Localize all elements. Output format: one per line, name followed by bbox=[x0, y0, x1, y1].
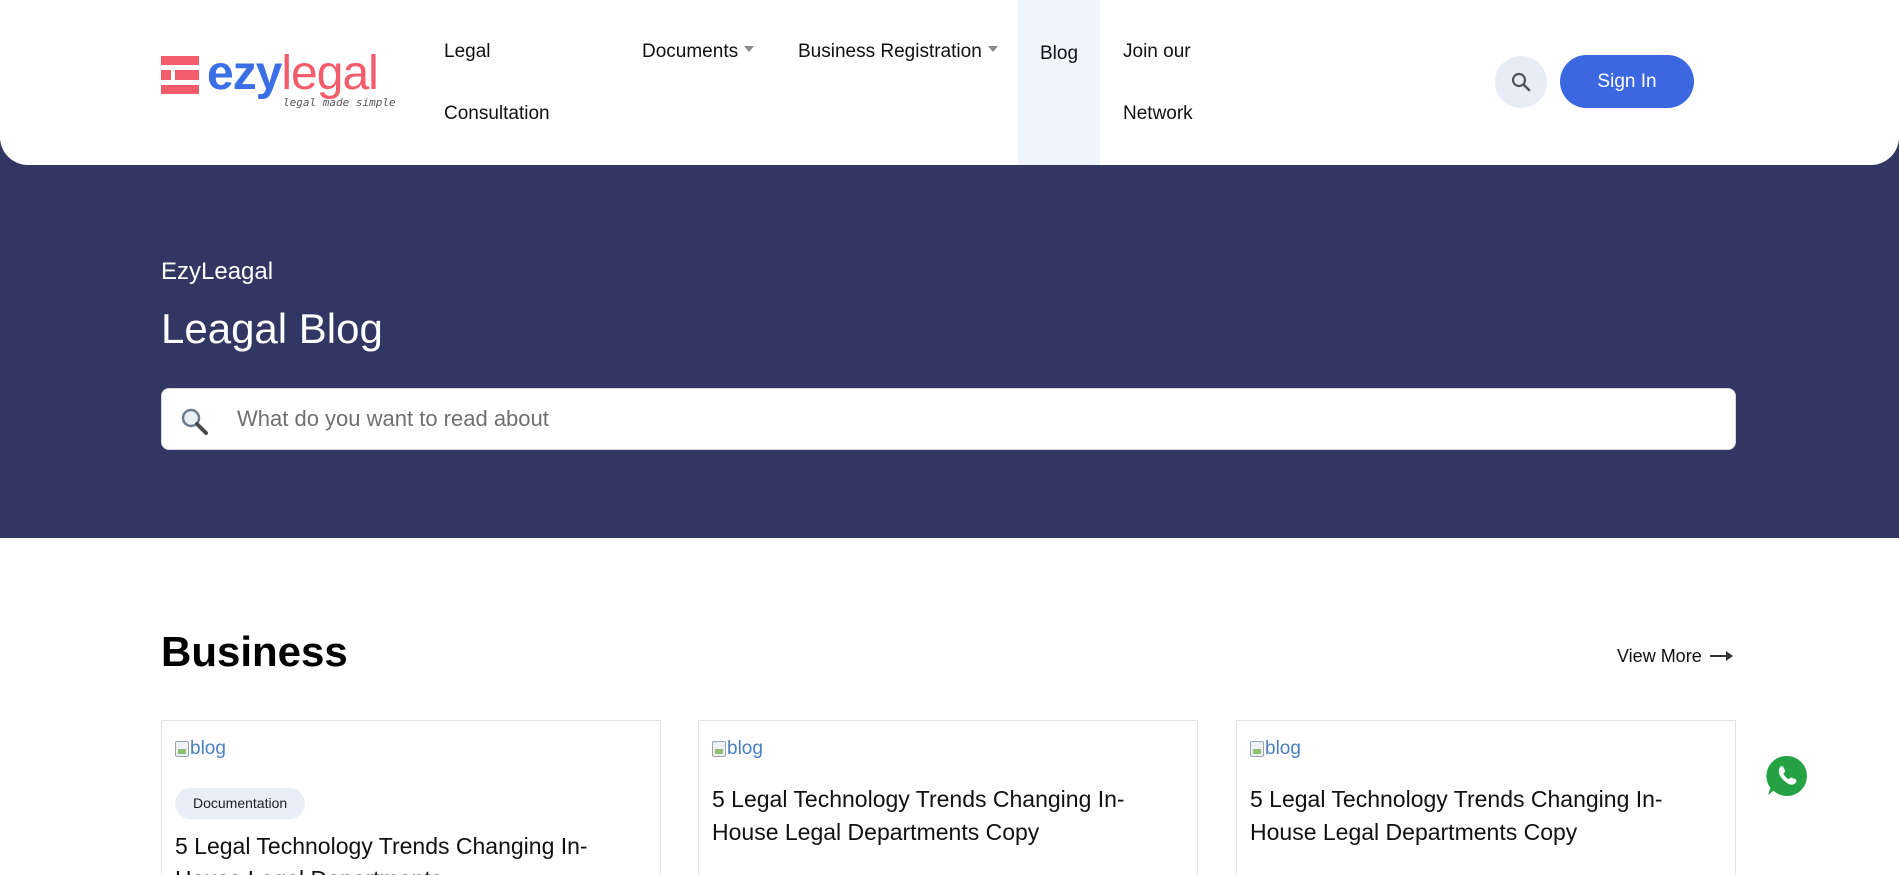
hero-banner: EzyLeagal Leagal Blog bbox=[0, 140, 1899, 538]
search-icon bbox=[1511, 72, 1531, 92]
chevron-down-icon bbox=[744, 45, 755, 52]
blog-card-title[interactable]: 5 Legal Technology Trends Changing In-Ho… bbox=[1250, 783, 1720, 849]
header-search-button[interactable] bbox=[1495, 56, 1547, 108]
blog-card-image: blog bbox=[175, 738, 226, 760]
blog-search-box bbox=[161, 388, 1736, 450]
site-header: ezylegal legal made simple Legal Consult… bbox=[0, 0, 1899, 165]
ezylegal-logo[interactable]: ezylegal legal made simple bbox=[161, 47, 401, 114]
broken-image-icon bbox=[1250, 741, 1264, 757]
logo-tagline: legal made simple bbox=[283, 96, 396, 109]
nav-join-network[interactable]: Join our Network bbox=[1123, 21, 1233, 145]
blog-card[interactable]: blog 5 Legal Technology Trends Changing … bbox=[698, 720, 1198, 875]
logo-mark-icon bbox=[161, 56, 199, 94]
chevron-down-icon bbox=[987, 45, 998, 52]
blog-card-image: blog bbox=[712, 738, 763, 760]
magnifier-icon bbox=[181, 408, 208, 435]
blog-card[interactable]: blog Documentation 5 Legal Technology Tr… bbox=[161, 720, 661, 875]
view-more-label: View More bbox=[1617, 646, 1702, 666]
page-title: Leagal Blog bbox=[161, 305, 383, 352]
blog-card-title[interactable]: 5 Legal Technology Trends Changing In-Ho… bbox=[175, 830, 645, 875]
view-more-link[interactable]: View More bbox=[1617, 646, 1733, 667]
logo-wordmark: ezylegal bbox=[207, 47, 379, 100]
whatsapp-icon[interactable] bbox=[1765, 754, 1809, 798]
nav-documents-label: Documents bbox=[642, 41, 739, 62]
category-tag[interactable]: Documentation bbox=[175, 788, 306, 819]
blog-card-title[interactable]: 5 Legal Technology Trends Changing In-Ho… bbox=[712, 783, 1182, 849]
blog-card-image: blog bbox=[1250, 738, 1301, 760]
nav-legal-consultation[interactable]: Legal Consultation bbox=[444, 21, 584, 145]
blog-card[interactable]: blog 5 Legal Technology Trends Changing … bbox=[1236, 720, 1736, 875]
hero-kicker: EzyLeagal bbox=[161, 258, 274, 285]
blog-search-input[interactable] bbox=[237, 389, 1717, 449]
nav-blog-active[interactable]: Blog bbox=[1018, 0, 1100, 165]
broken-image-icon bbox=[712, 741, 726, 757]
nav-documents[interactable]: Documents bbox=[642, 21, 755, 83]
nav-business-registration[interactable]: Business Registration bbox=[798, 21, 998, 83]
section-title-business: Business bbox=[161, 628, 348, 675]
sign-in-button[interactable]: Sign In bbox=[1560, 55, 1694, 108]
arrow-right-icon bbox=[1709, 651, 1733, 662]
broken-image-icon bbox=[175, 741, 189, 757]
nav-business-registration-label: Business Registration bbox=[798, 41, 982, 62]
